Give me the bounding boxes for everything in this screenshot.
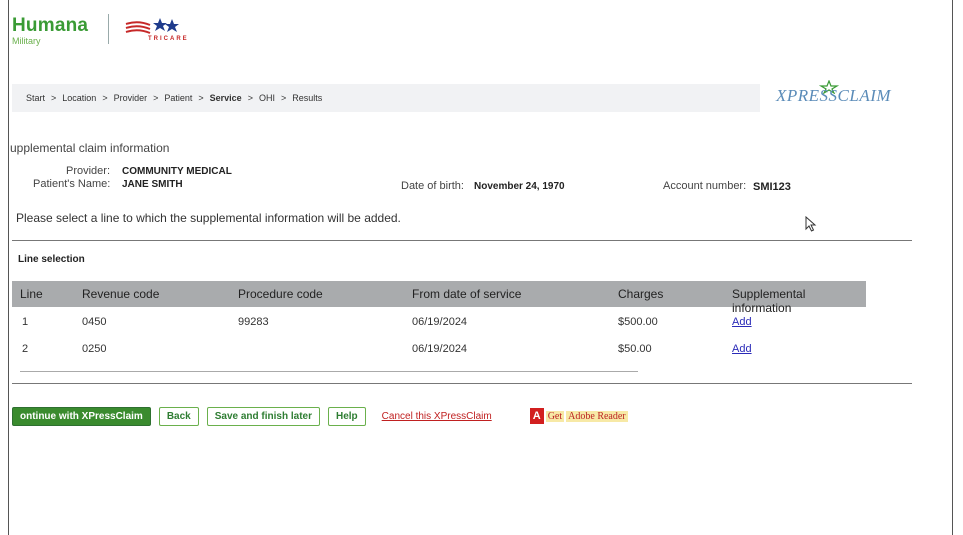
line-selection-title: Line selection: [18, 254, 85, 265]
window-left-border: [8, 0, 9, 535]
provider-value: COMMUNITY MEDICAL: [122, 166, 232, 177]
breadcrumb-separator: >: [198, 93, 204, 103]
logo-divider: [108, 14, 109, 44]
cell-revenue-code: 0250: [82, 343, 107, 355]
account-number-value: SMI123: [753, 181, 791, 193]
table-row: 2 0250 06/19/2024 $50.00 Add: [12, 339, 866, 361]
breadcrumb-separator: >: [280, 93, 287, 103]
account-number-label: Account number:: [663, 180, 747, 192]
header-procedure-code: Procedure code: [238, 287, 323, 301]
save-finish-later-button[interactable]: Save and finish later: [206, 406, 320, 426]
adobe-icon: A: [529, 408, 544, 424]
breadcrumb-item-start[interactable]: Start: [26, 93, 45, 103]
cell-charges: $500.00: [618, 316, 658, 328]
breadcrumb-trail: Start > Location > Provider > Patient > Service >…: [12, 93, 322, 103]
cell-procedure-code: 99283: [238, 316, 269, 328]
table-row: 1 0450 99283 06/19/2024 $500.00 Add: [12, 312, 866, 334]
cell-line: 2: [22, 343, 29, 355]
cell-line: 1: [22, 316, 29, 328]
tricare-wordmark: TRICARE: [148, 36, 189, 42]
help-button[interactable]: Help: [327, 406, 366, 426]
adobe-reader-label: Adobe Reader: [566, 410, 628, 422]
breadcrumb-item-location[interactable]: Location: [62, 93, 96, 103]
section-title: upplemental claim information: [10, 141, 170, 155]
dob-value: November 24, 1970: [474, 181, 565, 192]
header-revenue-code: Revenue code: [82, 287, 160, 301]
patient-name-label: Patient's Name:: [33, 178, 111, 190]
xpressclaim-logo: XPRESSCLAIM: [776, 86, 892, 105]
breadcrumb-separator: >: [153, 93, 159, 103]
breadcrumb-item-provider[interactable]: Provider: [114, 93, 148, 103]
cell-from-date: 06/19/2024: [412, 316, 468, 328]
add-supplemental-link[interactable]: Add: [732, 316, 752, 328]
continue-button[interactable]: ontinue with XPressClaim: [12, 406, 151, 426]
cell-from-date: 06/19/2024: [412, 343, 468, 355]
breadcrumb-separator: >: [247, 93, 253, 103]
humana-logo: Humana Military: [12, 15, 89, 47]
provider-label: Provider:: [66, 165, 111, 177]
breadcrumb-item-results[interactable]: Results: [292, 93, 322, 103]
instructions-text: Please select a line to which the supple…: [16, 211, 401, 225]
cell-charges: $50.00: [618, 343, 652, 355]
dob-label: Date of birth:: [401, 180, 464, 192]
action-bar: ontinue with XPressClaim Back Save and f…: [12, 406, 628, 426]
back-button[interactable]: Back: [158, 406, 199, 426]
breadcrumb-separator: >: [51, 93, 57, 103]
tricare-logo: TRICARE: [124, 16, 194, 46]
military-subtitle: Military: [12, 36, 41, 46]
divider-bottom: [12, 383, 912, 384]
cell-revenue-code: 0450: [82, 316, 107, 328]
table-header: Line Revenue code Procedure code From da…: [12, 281, 866, 315]
header-charges: Charges: [618, 287, 664, 301]
divider-top: [12, 240, 912, 241]
breadcrumb: Start > Location > Provider > Patient > Service >…: [12, 84, 760, 112]
mouse-cursor-icon: [805, 216, 817, 232]
add-supplemental-link[interactable]: Add: [732, 343, 752, 355]
patient-name-value: JANE SMITH: [122, 179, 183, 190]
humana-wordmark: Humana: [12, 15, 89, 36]
cancel-xpressclaim-link[interactable]: Cancel this XPressClaim: [382, 411, 492, 422]
table-bottom-divider: [20, 371, 638, 372]
get-adobe-reader-link[interactable]: A Get Adobe Reader: [529, 408, 628, 424]
adobe-get-label: Get: [545, 410, 565, 422]
header-supplemental-info: Supplemental information: [732, 287, 806, 315]
header-line: Line: [20, 287, 43, 301]
window-right-border: [952, 0, 953, 535]
header-from-date: From date of service: [412, 287, 522, 301]
breadcrumb-item-service[interactable]: Service: [210, 93, 242, 103]
breadcrumb-item-patient[interactable]: Patient: [164, 93, 192, 103]
breadcrumb-separator: >: [102, 93, 108, 103]
breadcrumb-item-ohi[interactable]: OHI: [259, 93, 275, 103]
